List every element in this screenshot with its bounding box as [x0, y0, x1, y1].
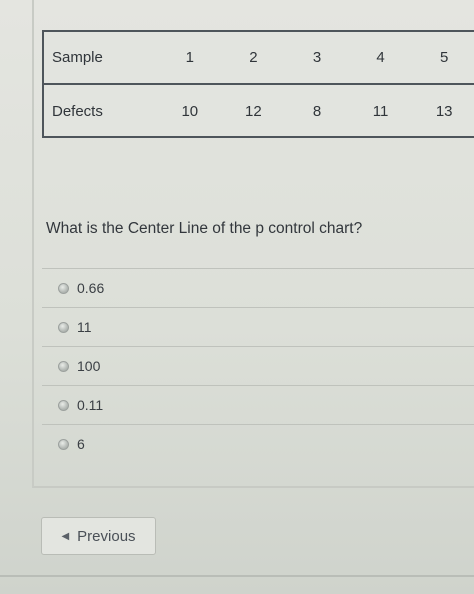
answer-option[interactable]: 6	[42, 424, 474, 463]
table-cell: 13	[435, 103, 453, 120]
previous-button[interactable]: ◀ Previous	[41, 517, 156, 555]
table-header-cell: 3	[312, 49, 322, 66]
table-header-cell: 5	[440, 49, 449, 66]
chevron-left-icon: ◀	[61, 530, 70, 542]
radio-button[interactable]	[58, 321, 69, 333]
previous-button-label: Previous	[77, 527, 136, 545]
table-row: Defects 10 12 8 11 13	[44, 85, 474, 138]
answer-options: 0.66 11 100 0.11 6	[42, 268, 474, 463]
table-header-cell: 1	[185, 49, 194, 66]
quiz-page: Sample 1 2 3 4 5 Defects 10 12 8 11 13 W…	[0, 0, 474, 594]
radio-button[interactable]	[58, 399, 69, 411]
table-cell: 8	[312, 103, 322, 120]
table-header-row: Sample 1 2 3 4 5	[44, 32, 474, 85]
table-cell: 11	[372, 103, 389, 120]
answer-option-label: 11	[77, 319, 92, 335]
radio-button[interactable]	[58, 360, 69, 372]
answer-option-label: 6	[77, 436, 85, 452]
table-row-label: Defects	[52, 103, 103, 120]
answer-option[interactable]: 0.11	[42, 385, 474, 424]
sample-defects-table: Sample 1 2 3 4 5 Defects 10 12 8 11 13	[42, 30, 474, 138]
radio-button[interactable]	[58, 282, 69, 294]
answer-option-label: 0.11	[77, 397, 104, 413]
answer-option-label: 100	[77, 358, 101, 374]
question-text: What is the Center Line of the p control…	[46, 220, 363, 237]
table-cell: 10	[181, 103, 199, 120]
table-header-cell: 4	[376, 49, 385, 66]
table-cell: 12	[245, 103, 262, 120]
question-card: Sample 1 2 3 4 5 Defects 10 12 8 11 13 W…	[32, 0, 474, 488]
answer-option-label: 0.66	[77, 280, 105, 296]
answer-option[interactable]: 0.66	[42, 268, 474, 307]
radio-button[interactable]	[58, 438, 69, 450]
table-header-cell: 2	[249, 49, 258, 66]
answer-option[interactable]: 100	[42, 346, 474, 385]
answer-option[interactable]: 11	[42, 307, 474, 346]
table-header-label: Sample	[52, 49, 103, 66]
divider	[0, 575, 474, 577]
